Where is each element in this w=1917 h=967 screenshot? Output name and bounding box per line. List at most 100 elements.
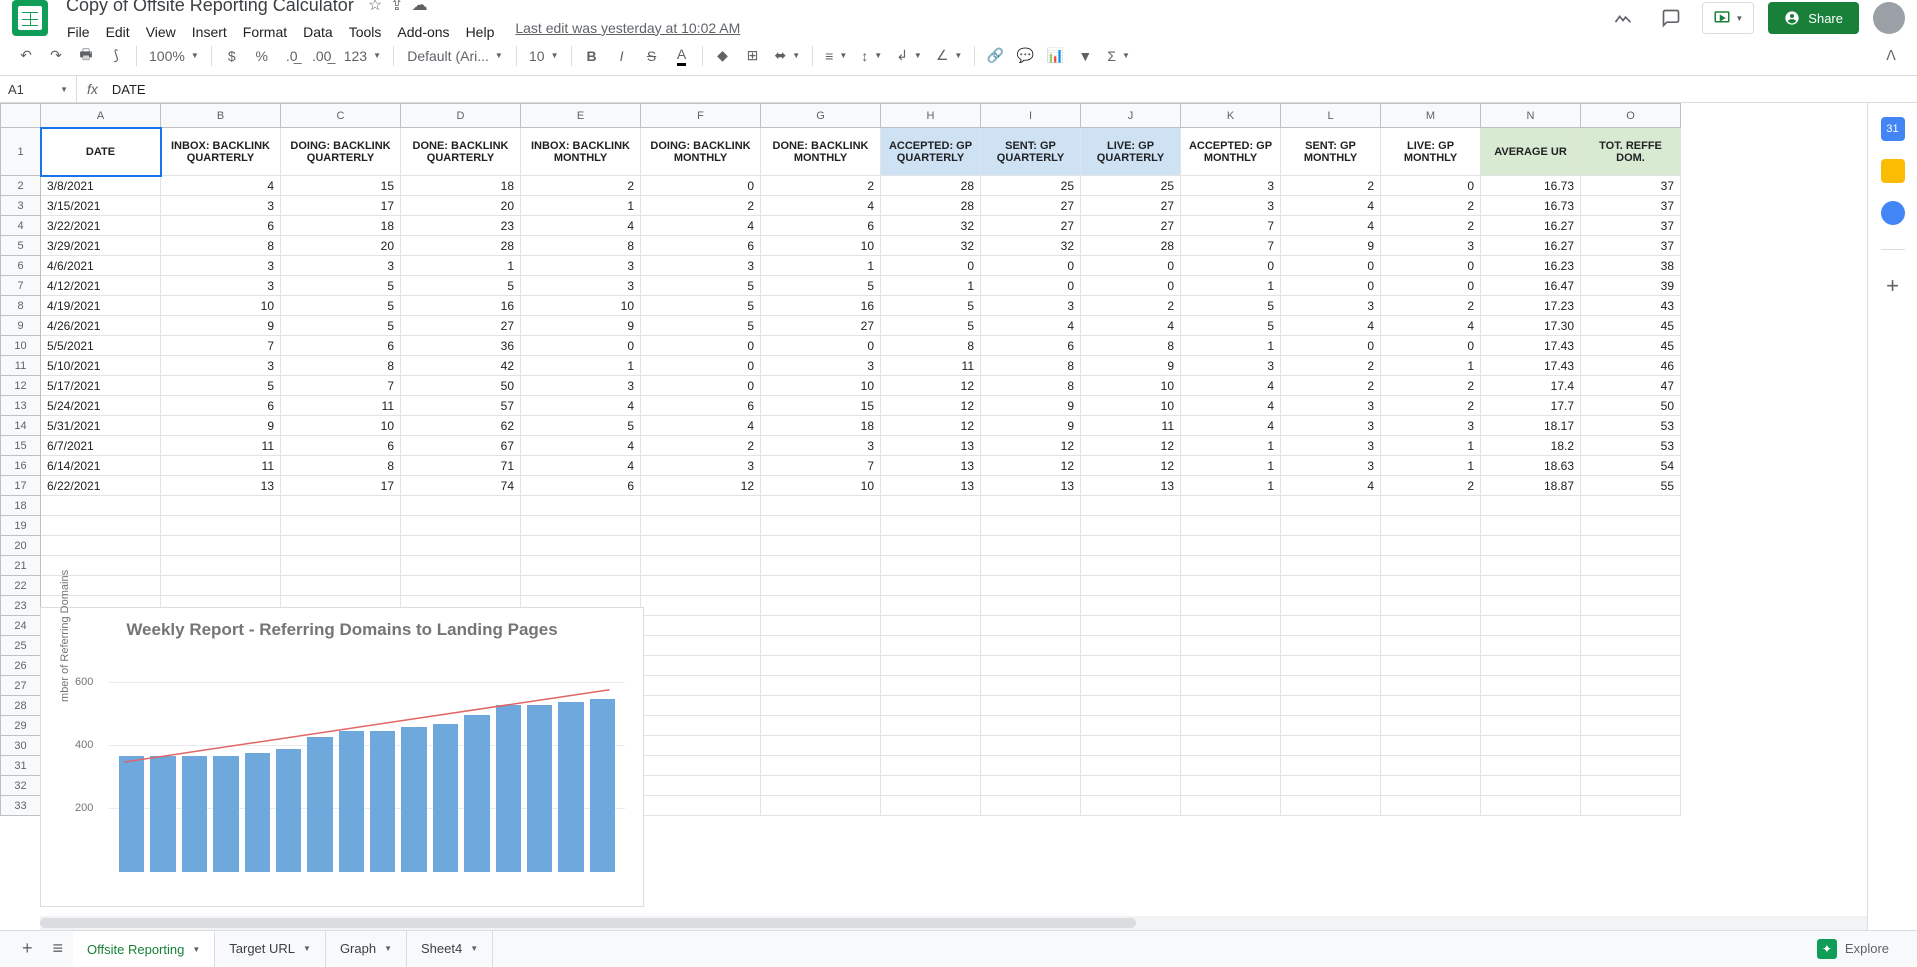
wrap-button[interactable]: ↲▼: [890, 42, 928, 70]
row-header[interactable]: 16: [1, 456, 41, 476]
account-avatar[interactable]: [1873, 2, 1905, 34]
cell[interactable]: [1381, 576, 1481, 596]
row-header[interactable]: 8: [1, 296, 41, 316]
cell[interactable]: 28: [881, 176, 981, 196]
header-cell[interactable]: TOT. REFFE DOM.: [1581, 128, 1681, 176]
cell[interactable]: 53: [1581, 416, 1681, 436]
cell[interactable]: 2: [1381, 376, 1481, 396]
cell[interactable]: 9: [1281, 236, 1381, 256]
cell[interactable]: [281, 556, 401, 576]
cell[interactable]: [1081, 696, 1181, 716]
paint-format-button[interactable]: ⟆: [102, 42, 130, 70]
cell[interactable]: [1281, 696, 1381, 716]
cell[interactable]: 3: [761, 356, 881, 376]
strikethrough-button[interactable]: S: [638, 42, 666, 70]
cell[interactable]: 12: [1081, 456, 1181, 476]
cell[interactable]: [1181, 776, 1281, 796]
explore-button[interactable]: Explore: [1801, 939, 1905, 959]
cell[interactable]: [641, 596, 761, 616]
cell[interactable]: 7: [1181, 236, 1281, 256]
cell[interactable]: [761, 516, 881, 536]
cell[interactable]: [1081, 676, 1181, 696]
row-header[interactable]: 6: [1, 256, 41, 276]
row-header[interactable]: 10: [1, 336, 41, 356]
cell[interactable]: [881, 576, 981, 596]
cell[interactable]: 0: [1281, 256, 1381, 276]
cell[interactable]: 2: [1081, 296, 1181, 316]
col-header-B[interactable]: B: [161, 104, 281, 128]
cell[interactable]: 17.43: [1481, 356, 1581, 376]
cell[interactable]: 2: [641, 436, 761, 456]
cell[interactable]: 11: [1081, 416, 1181, 436]
formula-input[interactable]: DATE: [108, 78, 1917, 101]
cell[interactable]: 4: [521, 216, 641, 236]
cell[interactable]: 4/19/2021: [41, 296, 161, 316]
cell[interactable]: 1: [1181, 456, 1281, 476]
cell[interactable]: [1581, 636, 1681, 656]
cell[interactable]: 7: [761, 456, 881, 476]
cell[interactable]: [1581, 576, 1681, 596]
cell[interactable]: 1: [521, 356, 641, 376]
cell[interactable]: 1: [521, 196, 641, 216]
cell[interactable]: [881, 496, 981, 516]
cell[interactable]: [1281, 716, 1381, 736]
cell[interactable]: 32: [881, 216, 981, 236]
cell[interactable]: [41, 536, 161, 556]
functions-button[interactable]: Σ▼: [1101, 42, 1136, 70]
cell[interactable]: 18: [401, 176, 521, 196]
cell[interactable]: [1081, 616, 1181, 636]
cell[interactable]: 16: [761, 296, 881, 316]
cell[interactable]: 36: [401, 336, 521, 356]
cell[interactable]: [761, 556, 881, 576]
cell[interactable]: 6/7/2021: [41, 436, 161, 456]
cell[interactable]: [401, 536, 521, 556]
cell[interactable]: [1281, 556, 1381, 576]
cell[interactable]: [161, 576, 281, 596]
cell[interactable]: [281, 516, 401, 536]
cell[interactable]: [1581, 796, 1681, 816]
cell[interactable]: 5: [1181, 296, 1281, 316]
cell[interactable]: [981, 596, 1081, 616]
cell[interactable]: 3: [1281, 456, 1381, 476]
header-cell[interactable]: DOING: BACKLINK MONTHLY: [641, 128, 761, 176]
cell[interactable]: 2: [1281, 376, 1381, 396]
cell[interactable]: 5: [281, 296, 401, 316]
col-header-N[interactable]: N: [1481, 104, 1581, 128]
document-title[interactable]: Copy of Offsite Reporting Calculator: [60, 0, 360, 18]
header-cell[interactable]: SENT: GP QUARTERLY: [981, 128, 1081, 176]
cell[interactable]: 74: [401, 476, 521, 496]
print-button[interactable]: 🖶: [72, 42, 100, 70]
row-header[interactable]: 25: [1, 636, 41, 656]
cell[interactable]: [1481, 736, 1581, 756]
cell[interactable]: 2: [521, 176, 641, 196]
header-cell[interactable]: DOING: BACKLINK QUARTERLY: [281, 128, 401, 176]
cell[interactable]: 6/14/2021: [41, 456, 161, 476]
cell[interactable]: 16.27: [1481, 236, 1581, 256]
cell[interactable]: 5: [521, 416, 641, 436]
cell[interactable]: [1081, 756, 1181, 776]
cell[interactable]: [1281, 596, 1381, 616]
cell[interactable]: [281, 576, 401, 596]
cell[interactable]: [761, 796, 881, 816]
cell[interactable]: [1081, 656, 1181, 676]
cell[interactable]: 2: [1381, 476, 1481, 496]
link-button[interactable]: 🔗: [981, 42, 1009, 70]
cell[interactable]: 2: [1381, 216, 1481, 236]
row-header[interactable]: 30: [1, 736, 41, 756]
cell[interactable]: [1381, 636, 1481, 656]
cell[interactable]: 6: [281, 336, 401, 356]
cell[interactable]: 38: [1581, 256, 1681, 276]
cell[interactable]: 5: [641, 316, 761, 336]
cell[interactable]: 32: [881, 236, 981, 256]
cell[interactable]: 3: [521, 376, 641, 396]
cell[interactable]: 6: [641, 396, 761, 416]
cell[interactable]: [1581, 696, 1681, 716]
cell[interactable]: 3/29/2021: [41, 236, 161, 256]
cell[interactable]: 16: [401, 296, 521, 316]
header-cell[interactable]: DONE: BACKLINK QUARTERLY: [401, 128, 521, 176]
cell[interactable]: [881, 656, 981, 676]
cell[interactable]: 5: [641, 276, 761, 296]
cell[interactable]: [1181, 596, 1281, 616]
cell[interactable]: 8: [881, 336, 981, 356]
row-header[interactable]: 15: [1, 436, 41, 456]
